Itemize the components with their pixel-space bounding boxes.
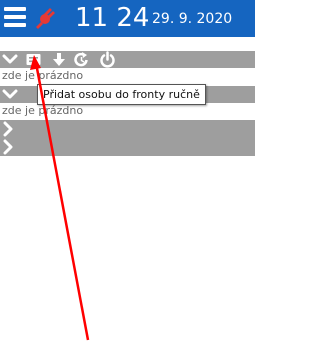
power-icon[interactable] xyxy=(99,51,116,68)
tooltip: Přidat osobu do fronty ručně xyxy=(37,84,206,105)
chevron-right-icon[interactable] xyxy=(2,139,14,155)
clock-date: 29. 9. 2020 xyxy=(152,11,233,27)
collapsed-sections-block xyxy=(0,120,255,156)
download-arrow-icon[interactable] xyxy=(52,51,66,68)
chevron-down-icon[interactable] xyxy=(2,86,18,103)
plug-icon xyxy=(36,8,55,29)
queue-section-1-header xyxy=(0,51,255,68)
queue-section-3-header[interactable] xyxy=(0,120,255,138)
hamburger-icon[interactable] xyxy=(4,7,26,29)
chevron-down-icon[interactable] xyxy=(2,51,18,68)
empty-message: zde je prázdno xyxy=(2,104,84,117)
refresh-icon[interactable] xyxy=(73,51,90,68)
list-card-icon[interactable] xyxy=(25,51,42,68)
chevron-right-icon[interactable] xyxy=(2,121,14,137)
top-bar: 11 24 29. 9. 2020 xyxy=(0,0,255,37)
queue-section-4-header[interactable] xyxy=(0,138,255,156)
empty-message: zde je prázdno xyxy=(2,69,84,82)
clock-time: 11 24 xyxy=(75,3,150,33)
